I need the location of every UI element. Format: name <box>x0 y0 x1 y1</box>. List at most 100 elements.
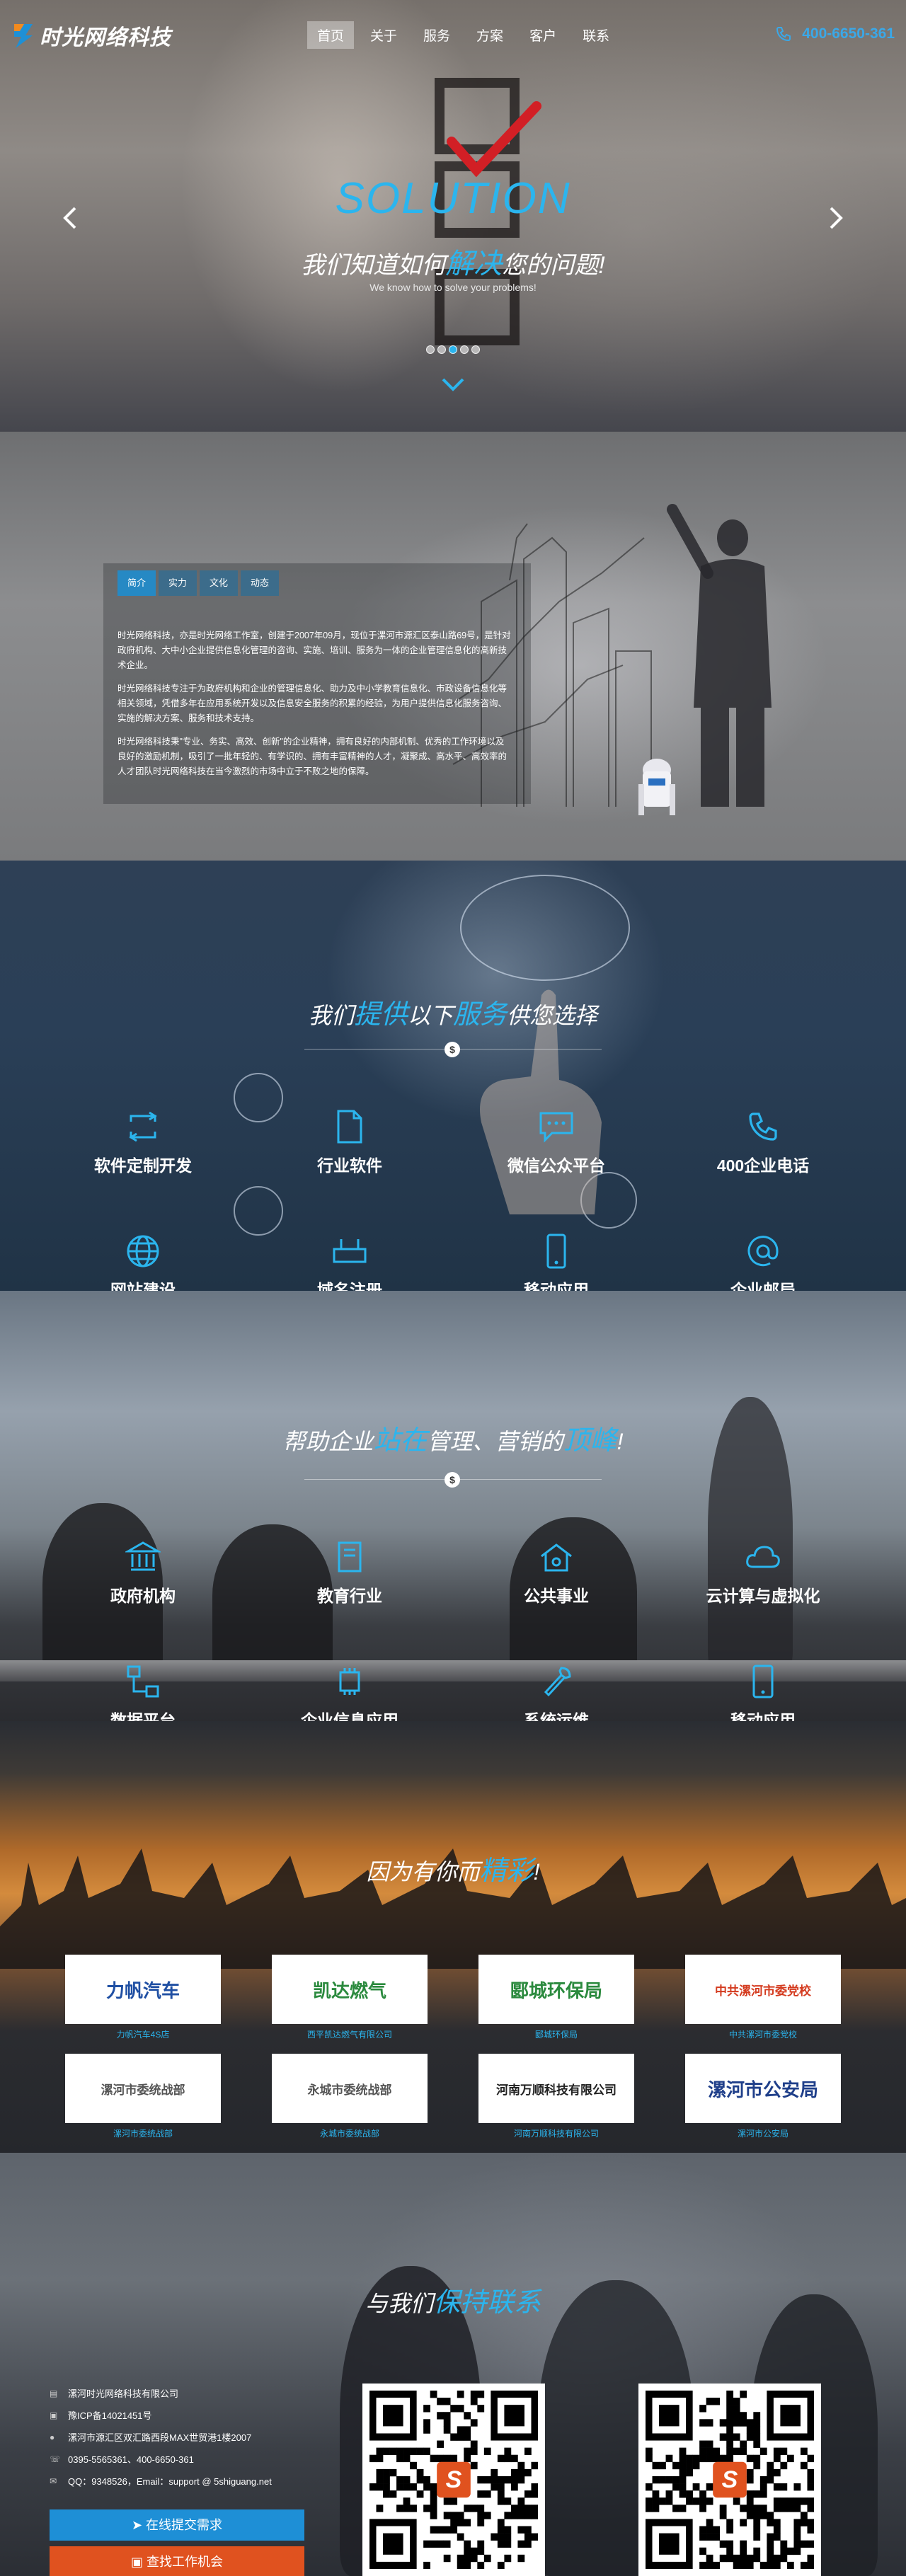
nav-item-clients[interactable]: 客户 <box>520 21 566 49</box>
nav-item-contact[interactable]: 联系 <box>573 21 619 49</box>
location-icon: ● <box>50 2432 55 2442</box>
tab-strength[interactable]: 实力 <box>159 570 197 596</box>
find-jobs-button[interactable]: ▣ 查找工作机会 <box>50 2546 304 2576</box>
about-paragraph: 时光网络科技专注于为政府机构和企业的管理信息化、助力及中小学教育信息化、市政设备… <box>117 684 508 723</box>
slider-dot[interactable] <box>437 345 446 354</box>
partner-logo-card[interactable]: 漯河市委统战部 <box>65 2054 221 2123</box>
hero-title: SOLUTION <box>335 174 571 223</box>
tab-news[interactable]: 动态 <box>241 570 279 596</box>
hero-checkmark-icon <box>447 101 541 178</box>
about-paragraph: 时光网络科技秉"专业、务实、高效、创新"的企业精神，拥有良好的内部机制、优秀的工… <box>117 737 508 776</box>
title-part: ! <box>617 1429 624 1454</box>
service-label: 微信公众平台 <box>508 1156 605 1175</box>
partner-logo-card[interactable]: 中共漯河市委党校 <box>685 1955 841 2024</box>
partner-caption: 漯河市委统战部 <box>113 2129 173 2139</box>
phone-icon: ☏ <box>50 2454 61 2464</box>
hero-subtitle-en: We know how to solve your problems! <box>369 282 537 293</box>
partner-logo-card[interactable]: 力帆汽车 <box>65 1955 221 2024</box>
title-highlight: 精彩 <box>479 1856 534 1886</box>
submit-request-button[interactable]: ➤ 在线提交需求 <box>50 2509 304 2541</box>
title-highlight: 站在 <box>373 1426 428 1456</box>
service-label: 域名注册 <box>317 1281 382 1291</box>
contact-text: 0395-5565361、400-6650-361 <box>68 2454 194 2465</box>
title-highlight: 顶峰 <box>563 1426 617 1456</box>
industry-label: 数据平台 <box>110 1711 176 1721</box>
hotline[interactable]: 400-6650-361 <box>775 25 895 42</box>
contact-title: 与我们保持联系 <box>0 2280 906 2319</box>
about-section: 简介 实力 文化 动态 时光网络科技，亦是时光网络工作室，创建于2007年09月… <box>0 432 906 861</box>
contact-qq-email: ✉ QQ：9348526，Email：support @ 5shiguang.ne… <box>50 2470 272 2492</box>
nav-item-services[interactable]: 服务 <box>413 21 460 49</box>
partner-caption: 力帆汽车4S店 <box>116 2030 170 2040</box>
service-industry-software[interactable]: 行业软件 <box>265 1105 435 1176</box>
partner-logo-card[interactable]: 凯达燃气 <box>272 1955 428 2024</box>
industry-enterprise-apps[interactable]: 企业信息应用 <box>265 1660 435 1721</box>
contact-info: ▤ 漯河时光网络科技有限公司 ▣ 豫ICP备14021451号 ● 漯河市源汇区双汇路… <box>50 2382 272 2492</box>
title-highlight: 保持联系 <box>433 2288 541 2318</box>
contact-license: ▣ 豫ICP备14021451号 <box>50 2404 272 2426</box>
industry-mobile-apps[interactable]: 移动应用 <box>678 1660 848 1721</box>
scroll-down-chevron-icon[interactable] <box>439 375 467 393</box>
service-domain[interactable]: 域名注册 <box>265 1230 435 1291</box>
contact-text: QQ：9348526，Email：support @ 5shiguang.net <box>68 2476 272 2487</box>
tablet-icon <box>752 1664 774 1698</box>
service-label: 软件定制开发 <box>94 1156 192 1175</box>
slider-dot[interactable] <box>449 345 457 354</box>
at-icon <box>747 1236 779 1267</box>
contact-text: 豫ICP备14021451号 <box>68 2410 152 2421</box>
nav-item-home[interactable]: 首页 <box>307 21 355 49</box>
industry-label: 移动应用 <box>730 1711 796 1721</box>
bg-network-node <box>234 1186 283 1236</box>
nav-item-solutions[interactable]: 方案 <box>466 21 513 49</box>
contact-text: 漯河时光网络科技有限公司 <box>68 2388 179 2399</box>
about-tabs: 简介 实力 文化 动态 <box>117 570 282 596</box>
title-part: 帮助企业 <box>282 1429 374 1454</box>
slider-dot[interactable] <box>471 345 480 354</box>
partner-logo-card[interactable]: 漯河市公安局 <box>685 2054 841 2123</box>
contact-company: ▤ 漯河时光网络科技有限公司 <box>50 2382 272 2404</box>
hero-subtitle-pre: 我们知道如何 <box>301 252 446 279</box>
service-wechat-platform[interactable]: 微信公众平台 <box>471 1105 641 1176</box>
service-custom-software[interactable]: 软件定制开发 <box>58 1105 228 1176</box>
industries-title: 帮助企业站在管理、营销的顶峰! <box>0 1418 906 1457</box>
site-logo[interactable]: 时光网络科技 <box>11 20 171 51</box>
service-email[interactable]: 企业邮局 <box>678 1230 848 1291</box>
partner-logo-text: 漯河市委统战部 <box>101 2083 185 2097</box>
briefcase-icon: ▣ <box>130 2555 147 2569</box>
partner-logo-card[interactable]: 河南万顺科技有限公司 <box>478 2054 634 2123</box>
wrench-icon <box>544 1667 571 1697</box>
partner-logo-text: 凯达燃气 <box>312 1979 386 2001</box>
partner-logo-card[interactable]: 永城市委统战部 <box>272 2054 428 2123</box>
chat-icon <box>539 1112 573 1143</box>
industries-section: 帮助企业站在管理、营销的顶峰! $ 政府机构 教育行业 公共事业 云计算与虚拟化… <box>0 1291 906 1721</box>
industry-data-platform[interactable]: 数据平台 <box>58 1660 228 1721</box>
industry-label: 企业信息应用 <box>301 1711 398 1721</box>
partner-caption: 中共漯河市委党校 <box>728 2030 797 2040</box>
license-icon: ▣ <box>50 2410 58 2420</box>
slider-dot[interactable] <box>460 345 469 354</box>
hero-banner: 时光网络科技 首页 关于 服务 方案 客户 联系 400-6650-361 SO… <box>0 0 906 432</box>
book-icon <box>338 1541 362 1572</box>
industry-cloud[interactable]: 云计算与虚拟化 <box>678 1536 848 1606</box>
industry-education[interactable]: 教育行业 <box>265 1536 435 1606</box>
refresh-icon <box>129 1111 157 1142</box>
industry-operations[interactable]: 系统运维 <box>471 1660 641 1721</box>
router-icon <box>333 1239 367 1263</box>
nav-item-about[interactable]: 关于 <box>360 21 407 49</box>
chip-icon <box>339 1668 360 1695</box>
qr-center-logo: S <box>446 2466 462 2493</box>
title-highlight: 服务 <box>453 1000 508 1030</box>
industry-public-utilities[interactable]: 公共事业 <box>471 1536 641 1606</box>
service-mobile[interactable]: 移动应用 <box>471 1230 641 1291</box>
industry-government[interactable]: 政府机构 <box>58 1536 228 1606</box>
tab-intro[interactable]: 简介 <box>117 570 156 596</box>
partner-logo-card[interactable]: 郾城环保局 <box>478 1955 634 2024</box>
partner-logo-text: 郾城环保局 <box>510 1979 602 2001</box>
tab-culture[interactable]: 文化 <box>200 570 238 596</box>
service-400-phone[interactable]: 400企业电话 <box>678 1105 848 1176</box>
network-icon <box>127 1665 159 1698</box>
qr-code-icon: S <box>369 2391 538 2569</box>
service-website[interactable]: 网站建设 <box>58 1230 228 1291</box>
partner-logo-text: 永城市委统战部 <box>307 2083 392 2097</box>
slider-dot[interactable] <box>426 345 435 354</box>
